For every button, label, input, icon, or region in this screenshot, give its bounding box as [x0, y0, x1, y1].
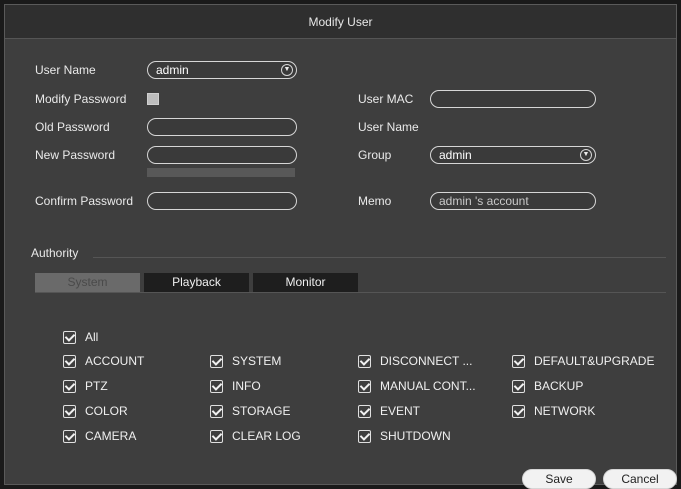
checkbox-checked-icon[interactable]: [63, 404, 76, 418]
perm-label: BACKUP: [534, 379, 584, 393]
perm-camera[interactable]: CAMERA: [63, 428, 136, 444]
confirm-password-field[interactable]: [147, 192, 297, 210]
old-password-field[interactable]: [147, 118, 297, 136]
perm-label: EVENT: [380, 404, 421, 418]
perm-label: COLOR: [85, 404, 128, 418]
checkbox-checked-icon[interactable]: [512, 404, 525, 418]
perm-label: STORAGE: [232, 404, 291, 418]
tab-divider: [35, 292, 666, 293]
save-button[interactable]: Save: [522, 469, 596, 489]
authority-tabs: System Playback Monitor: [35, 273, 362, 292]
chevron-down-icon[interactable]: ▼: [281, 64, 293, 76]
tab-playback[interactable]: Playback: [144, 273, 249, 292]
user-mac-field[interactable]: [430, 90, 596, 108]
perm-label: INFO: [232, 379, 261, 393]
checkbox-checked-icon[interactable]: [358, 429, 371, 443]
authority-section-title: Authority: [31, 246, 79, 260]
perm-system[interactable]: SYSTEM: [210, 353, 281, 369]
perm-label: SHUTDOWN: [380, 429, 451, 443]
perm-network[interactable]: NETWORK: [512, 403, 595, 419]
checkbox-checked-icon[interactable]: [210, 379, 223, 393]
perm-disconnect[interactable]: DISCONNECT ...: [358, 353, 472, 369]
perm-label: CLEAR LOG: [232, 429, 301, 443]
checkbox-checked-icon[interactable]: [512, 354, 525, 368]
modify-password-checkbox[interactable]: [147, 93, 159, 105]
password-strength-bar: [147, 168, 295, 177]
checkbox-checked-icon[interactable]: [210, 404, 223, 418]
perm-label: MANUAL CONT...: [380, 379, 476, 393]
tab-system[interactable]: System: [35, 273, 140, 292]
perm-color[interactable]: COLOR: [63, 403, 128, 419]
user-name-label: User Name: [35, 63, 96, 77]
group-select[interactable]: admin ▼: [430, 146, 596, 164]
perm-label: DISCONNECT ...: [380, 354, 473, 368]
checkbox-checked-icon[interactable]: [210, 354, 223, 368]
perm-shutdown[interactable]: SHUTDOWN: [358, 428, 451, 444]
perm-clear-log[interactable]: CLEAR LOG: [210, 428, 301, 444]
perm-info[interactable]: INFO: [210, 378, 261, 394]
checkbox-checked-icon[interactable]: [358, 379, 371, 393]
perm-all[interactable]: All: [63, 329, 98, 345]
user-name-value: admin: [156, 63, 189, 77]
user-name-select[interactable]: admin ▼: [147, 61, 297, 79]
perm-account[interactable]: ACCOUNT: [63, 353, 144, 369]
perm-label: ACCOUNT: [85, 354, 145, 368]
checkbox-checked-icon[interactable]: [210, 429, 223, 443]
modify-password-label: Modify Password: [35, 92, 127, 106]
perm-label: All: [85, 330, 99, 344]
chevron-down-icon[interactable]: ▼: [580, 149, 592, 161]
user-name-readout-label: User Name: [358, 120, 419, 134]
memo-label: Memo: [358, 194, 392, 208]
checkbox-checked-icon[interactable]: [358, 354, 371, 368]
checkbox-checked-icon[interactable]: [358, 404, 371, 418]
perm-label: PTZ: [85, 379, 108, 393]
confirm-password-label: Confirm Password: [35, 194, 134, 208]
perm-label: NETWORK: [534, 404, 596, 418]
memo-field[interactable]: [430, 192, 596, 210]
perm-label: CAMERA: [85, 429, 137, 443]
perm-label: SYSTEM: [232, 354, 282, 368]
checkbox-checked-icon[interactable]: [63, 429, 76, 443]
perm-manual-control[interactable]: MANUAL CONT...: [358, 378, 476, 394]
new-password-label: New Password: [35, 148, 116, 162]
dialog-title: Modify User: [5, 5, 676, 39]
tab-monitor[interactable]: Monitor: [253, 273, 358, 292]
new-password-field[interactable]: [147, 146, 297, 164]
checkbox-checked-icon[interactable]: [512, 379, 525, 393]
perm-ptz[interactable]: PTZ: [63, 378, 108, 394]
cancel-button[interactable]: Cancel: [603, 469, 677, 489]
group-value: admin: [439, 148, 472, 162]
checkbox-checked-icon[interactable]: [63, 330, 76, 344]
checkbox-checked-icon[interactable]: [63, 354, 76, 368]
user-mac-label: User MAC: [358, 92, 414, 106]
perm-event[interactable]: EVENT: [358, 403, 420, 419]
perm-backup[interactable]: BACKUP: [512, 378, 583, 394]
perm-storage[interactable]: STORAGE: [210, 403, 290, 419]
authority-divider: [93, 257, 666, 258]
perm-label: DEFAULT&UPGRADE: [534, 354, 655, 368]
old-password-label: Old Password: [35, 120, 110, 134]
checkbox-checked-icon[interactable]: [63, 379, 76, 393]
group-label: Group: [358, 148, 392, 162]
perm-default-upgrade[interactable]: DEFAULT&UPGRADE: [512, 353, 654, 369]
